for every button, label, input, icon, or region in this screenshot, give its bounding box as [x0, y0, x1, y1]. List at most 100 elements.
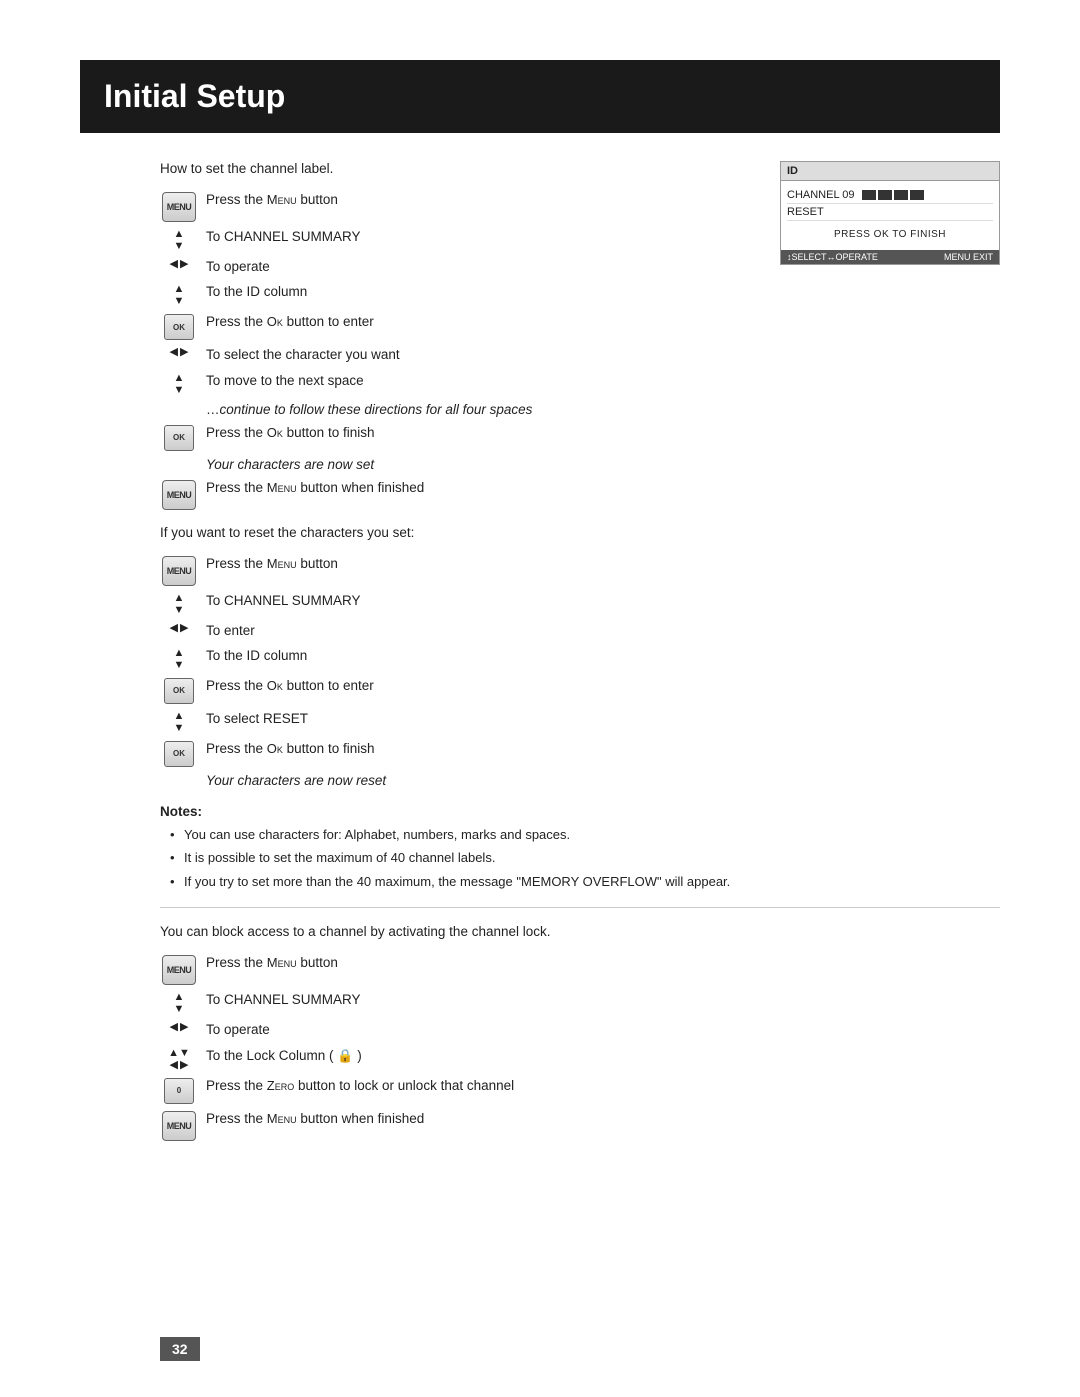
page-number: 32: [160, 1337, 200, 1361]
step-text: To select the character you want: [206, 345, 750, 365]
page-content: Initial Setup How to set the channel lab…: [0, 0, 1080, 1397]
tv-block: [894, 190, 908, 200]
step-row: MENU Press the Menu button when finished: [160, 1109, 1000, 1141]
tv-reset-row: RESET: [787, 204, 993, 221]
notes-section: Notes: You can use characters for: Alpha…: [160, 804, 1000, 892]
menu-button-icon: MENU: [160, 190, 198, 222]
notes-title: Notes:: [160, 804, 1000, 819]
step-row: OK Press the Ok button to enter: [160, 312, 750, 340]
tv-block: [862, 190, 876, 200]
tv-footer-left: ↕SELECT↔OPERATE: [787, 252, 878, 262]
step-text: To operate: [206, 257, 750, 277]
steps-column: How to set the channel label. MENU Press…: [160, 161, 750, 515]
note-item: You can use characters for: Alphabet, nu…: [170, 825, 1000, 845]
step-text: Press the Ok button to enter: [206, 312, 750, 332]
step-row: ▲ ▼ To move to the next space: [160, 371, 750, 396]
step-row: MENU Press the Menu button: [160, 190, 750, 222]
step-text: To move to the next space: [206, 371, 750, 391]
ok-button-icon: OK: [160, 423, 198, 451]
step-text: Press the Ok button to enter: [206, 676, 1000, 696]
up-down-arrow-icon: ▲▼: [160, 646, 198, 671]
step-text: To CHANNEL SUMMARY: [206, 591, 1000, 611]
ok-button-icon: OK: [160, 312, 198, 340]
menu-button-icon: MENU: [160, 478, 198, 510]
ok-button-icon: OK: [160, 739, 198, 767]
tv-channel-label: CHANNEL 09: [787, 189, 854, 201]
up-down-arrow-icon: ▲▼: [160, 990, 198, 1015]
step-row: ▲▼ ◀▶ To the Lock Column ( 🔒 ): [160, 1046, 1000, 1071]
step-row: OK Press the Ok button to enter: [160, 676, 1000, 704]
italic-note: Your characters are now set: [206, 457, 750, 472]
step-text: To CHANNEL SUMMARY: [206, 990, 1000, 1010]
step-text: To the ID column: [206, 646, 1000, 666]
zero-button-icon: 0: [160, 1076, 198, 1104]
step-text: Press the Menu button: [206, 953, 1000, 973]
up-down-arrow-icon: ▲ ▼: [160, 371, 198, 396]
step-row: ▲▼ To CHANNEL SUMMARY: [160, 591, 1000, 616]
step-row: MENU Press the Menu button: [160, 953, 1000, 985]
lock-icon: 🔒: [337, 1046, 353, 1066]
left-right-arrow-icon: ◀ ▶: [160, 345, 198, 358]
menu-button-icon: MENU: [160, 953, 198, 985]
step-text: To enter: [206, 621, 1000, 641]
note-item: If you try to set more than the 40 maxim…: [170, 872, 1000, 892]
step-row: MENU Press the Menu button: [160, 554, 1000, 586]
up-down-arrow-icon: ▲ ▼: [160, 227, 198, 252]
step-text: Press the Menu button: [206, 190, 750, 210]
step-row: ▲▼ To CHANNEL SUMMARY: [160, 990, 1000, 1015]
tv-footer-right: MENU EXIT: [944, 252, 993, 262]
step-row: ▲ ▼ To the ID column: [160, 282, 750, 307]
ok-button-icon: OK: [160, 676, 198, 704]
tv-header: ID: [781, 162, 999, 181]
up-down-arrow-icon: ▲ ▼: [160, 282, 198, 307]
step-text: Press the Menu button when finished: [206, 1109, 1000, 1129]
step-text: To operate: [206, 1020, 1000, 1040]
menu-button-icon: MENU: [160, 1109, 198, 1141]
tv-screen: ID CHANNEL 09 RESET PRESS O: [780, 161, 1000, 265]
channel-label-section: How to set the channel label. MENU Press…: [160, 161, 1000, 515]
step-row: MENU Press the Menu button when finished: [160, 478, 750, 510]
step-row: OK Press the Ok button to finish: [160, 739, 1000, 767]
section-divider: [160, 907, 1000, 908]
tv-press-text: PRESS OK TO FINISH: [787, 221, 993, 244]
continue-note: …continue to follow these directions for…: [206, 402, 750, 417]
tv-reset-label: RESET: [787, 206, 824, 218]
note-item: It is possible to set the maximum of 40 …: [170, 848, 1000, 868]
menu-button-icon: MENU: [160, 554, 198, 586]
step-row: ▲ ▼ To CHANNEL SUMMARY: [160, 227, 750, 252]
step-text: Press the Menu button: [206, 554, 1000, 574]
tv-blocks: [862, 190, 924, 200]
step-row: OK Press the Ok button to finish: [160, 423, 750, 451]
up-down-arrow-icon: ▲▼: [160, 709, 198, 734]
step-text: To select RESET: [206, 709, 1000, 729]
step-text: To CHANNEL SUMMARY: [206, 227, 750, 247]
notes-list: You can use characters for: Alphabet, nu…: [160, 825, 1000, 892]
step-text: To the ID column: [206, 282, 750, 302]
tv-body: CHANNEL 09 RESET PRESS OK TO FINISH: [781, 181, 999, 250]
step-row: ◀▶ To enter: [160, 621, 1000, 641]
tv-channel-row: CHANNEL 09: [787, 187, 993, 204]
channel-lock-section: You can block access to a channel by act…: [160, 924, 1000, 1140]
step-text: Press the Ok button to finish: [206, 739, 1000, 759]
step-row: ◀ ▶ To operate: [160, 257, 750, 277]
left-right-arrow-icon: ◀▶: [160, 1020, 198, 1033]
page-number-container: 32: [160, 1341, 200, 1357]
step-row: ▲▼ To the ID column: [160, 646, 1000, 671]
step-row: ▲▼ To select RESET: [160, 709, 1000, 734]
step-text: Press the Ok button to finish: [206, 423, 750, 443]
italic-reset-note: Your characters are now reset: [206, 773, 1000, 788]
section2-intro: If you want to reset the characters you …: [160, 525, 1000, 540]
up-down-left-right-arrow-icon: ▲▼ ◀▶: [160, 1046, 198, 1071]
up-down-arrow-icon: ▲▼: [160, 591, 198, 616]
left-right-arrow-icon: ◀ ▶: [160, 257, 198, 270]
step-text: Press the Zero button to lock or unlock …: [206, 1076, 1000, 1096]
step-row: ◀▶ To operate: [160, 1020, 1000, 1040]
section3-intro: You can block access to a channel by act…: [160, 924, 1000, 939]
step-row: 0 Press the Zero button to lock or unloc…: [160, 1076, 1000, 1104]
tv-block: [910, 190, 924, 200]
tv-block: [878, 190, 892, 200]
tv-footer: ↕SELECT↔OPERATE MENU EXIT: [781, 250, 999, 264]
tv-diagram: ID CHANNEL 09 RESET PRESS O: [780, 161, 1000, 515]
step-text: Press the Menu button when finished: [206, 478, 750, 498]
step-row: ◀ ▶ To select the character you want: [160, 345, 750, 365]
